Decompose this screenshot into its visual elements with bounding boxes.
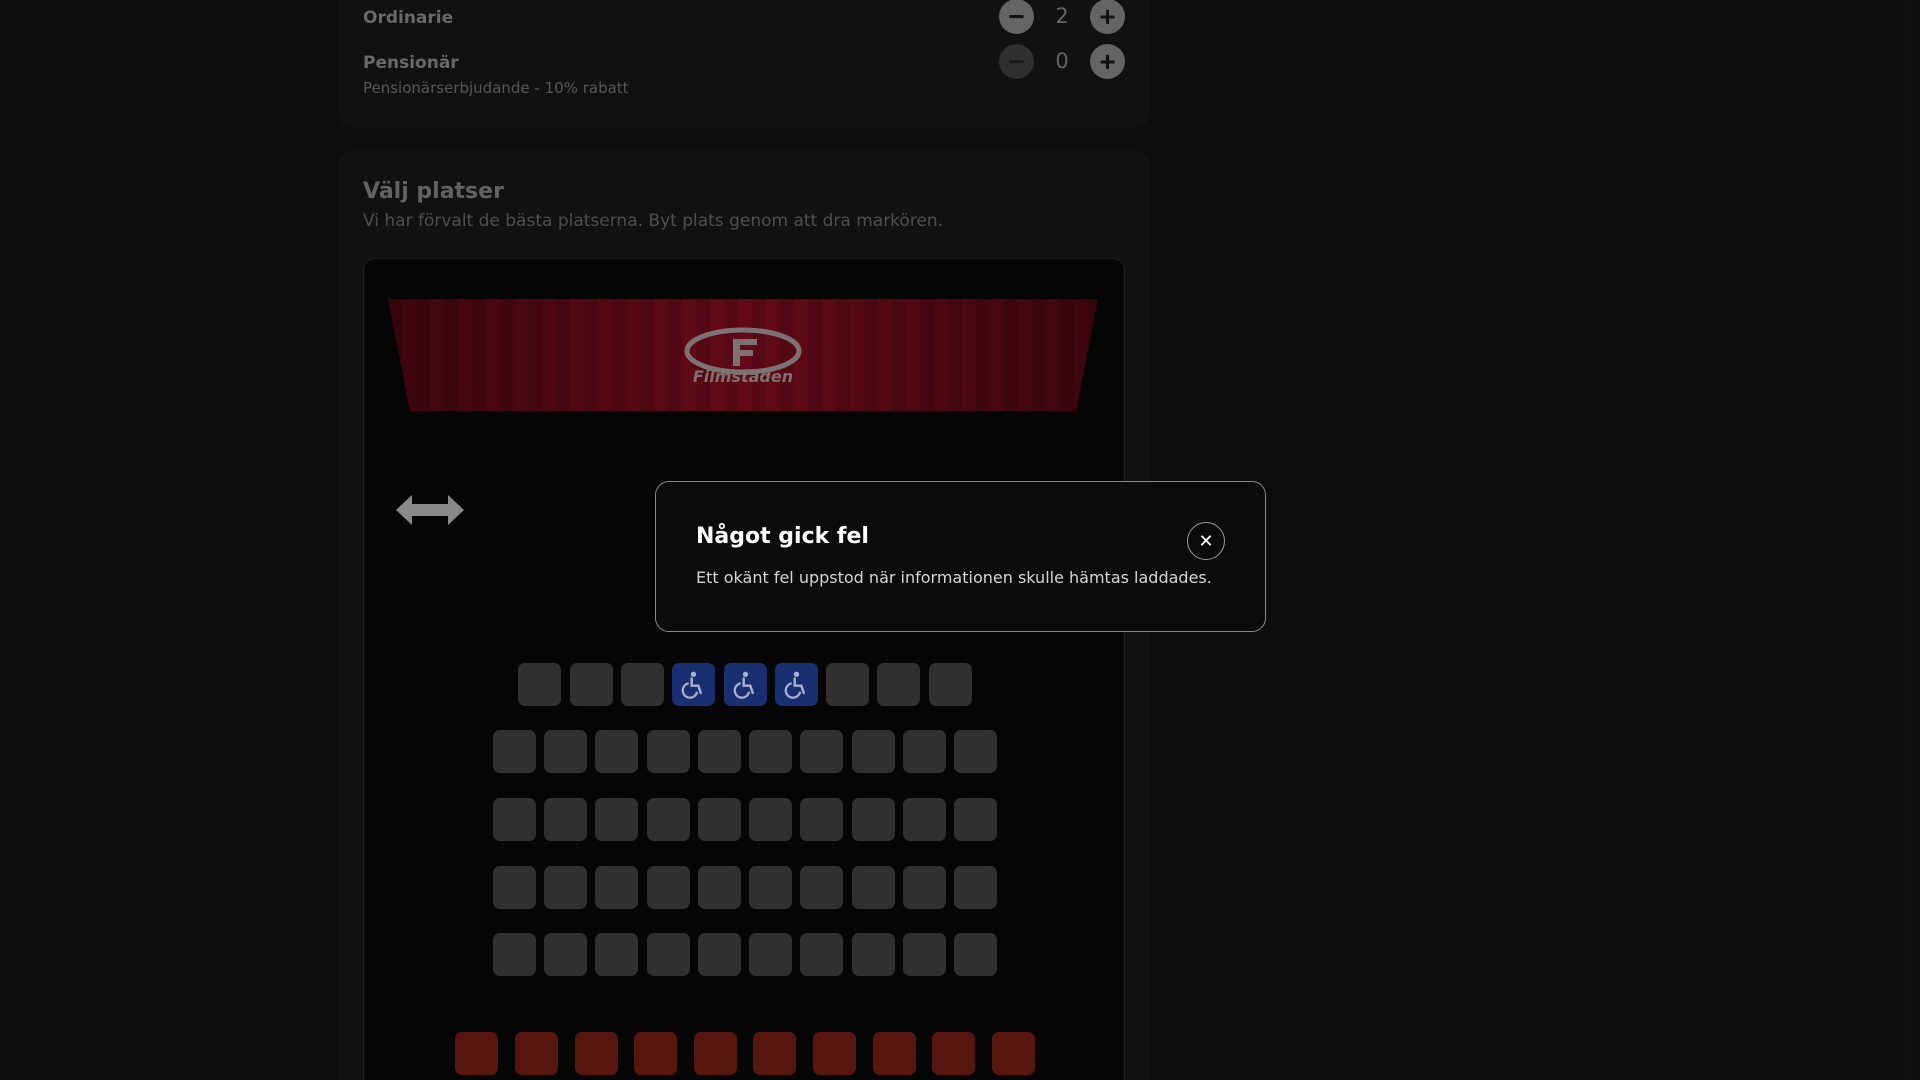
dialog-title: Något gick fel — [696, 524, 869, 549]
error-dialog: Något gick fel Ett okänt fel uppstod när… — [655, 481, 1266, 632]
close-button[interactable]: ✕ — [1187, 522, 1225, 560]
page: Ordinarie − 2 + Pensionär Pensionärserbj… — [0, 0, 1920, 1080]
dialog-message: Ett okänt fel uppstod när informationen … — [696, 568, 1212, 587]
